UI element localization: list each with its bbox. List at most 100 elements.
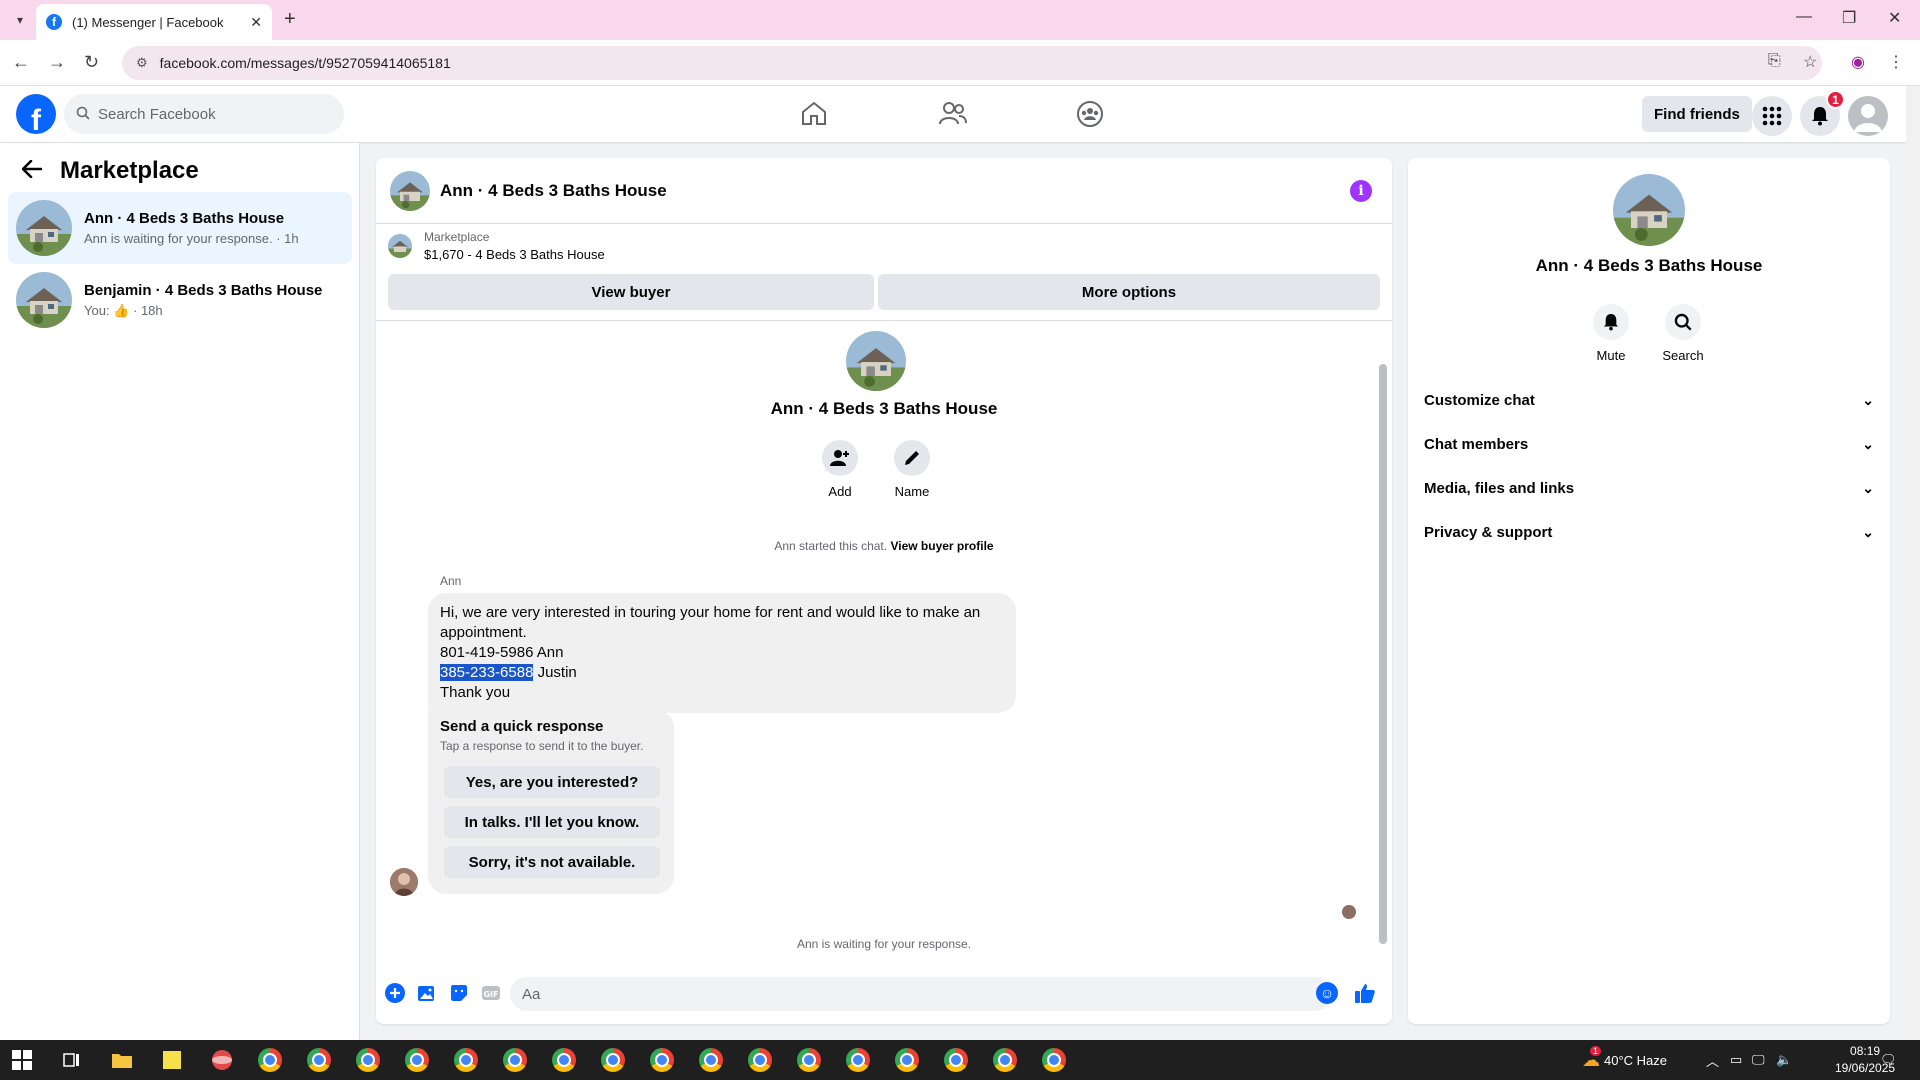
chrome-icon[interactable] [1042,1048,1066,1072]
info-icon[interactable]: i [1350,180,1372,202]
sticker-icon[interactable] [448,982,470,1004]
chrome-icon[interactable] [748,1048,772,1072]
chrome-icon[interactable] [405,1048,429,1072]
friends-icon[interactable] [938,100,970,128]
notification-center-icon[interactable]: 🗨 [1880,1040,1897,1080]
gif-icon[interactable]: GIF [480,982,502,1004]
media-files-links-section[interactable]: Media, files and links ⌄ [1424,470,1874,506]
section-label: Chat members [1424,435,1529,453]
facebook-logo-icon[interactable]: f [16,94,56,134]
chrome-icon[interactable] [552,1048,576,1072]
meet-now-icon[interactable]: ▭ [1730,1040,1742,1080]
file-explorer-icon[interactable] [110,1048,134,1072]
page-scrollbar[interactable] [1906,86,1920,1040]
new-tab-icon[interactable]: + [284,8,296,31]
house-thumbnail [16,200,72,256]
profile-icon[interactable]: ◉ [1851,52,1865,72]
restore-icon[interactable]: ❐ [1842,8,1856,28]
groups-icon[interactable] [1075,100,1107,128]
conversation-details-panel: Ann · 4 Beds 3 Baths House Mute Search C… [1408,158,1890,1024]
preview-prefix: You: [84,302,110,318]
back-arrow-icon[interactable] [21,158,43,184]
emoji-icon[interactable]: ☺ [1316,982,1338,1004]
chrome-icon[interactable] [699,1048,723,1072]
weather-icon: ☁ 1 [1582,1045,1602,1070]
conversation-item-benjamin[interactable]: Benjamin · 4 Beds 3 Baths House You: 👍 ·… [8,264,352,336]
tab-search-dropdown-icon[interactable]: ▾ [10,10,30,30]
windows-start-icon[interactable] [12,1050,32,1070]
weather-badge: 1 [1590,1045,1602,1056]
quick-response-talks-button[interactable]: In talks. I'll let you know. [444,806,660,838]
search-in-chat-button[interactable]: Search [1648,304,1718,363]
chrome-icon[interactable] [258,1048,282,1072]
app-icon[interactable] [210,1048,234,1072]
message-input[interactable]: Aa [510,977,1332,1011]
reload-icon[interactable]: ↻ [84,52,99,73]
like-send-icon[interactable] [1352,980,1378,1006]
view-buyer-button[interactable]: View buyer [388,274,874,310]
chrome-icon[interactable] [944,1048,968,1072]
chrome-icon[interactable] [650,1048,674,1072]
task-view-icon[interactable] [60,1048,84,1072]
more-actions-plus-icon[interactable] [384,982,406,1004]
chat-scrollbar[interactable] [1379,364,1387,944]
view-buyer-profile-link[interactable]: View buyer profile [890,539,993,553]
volume-icon[interactable]: 🔈 [1776,1040,1792,1080]
section-label: Privacy & support [1424,523,1553,541]
close-tab-icon[interactable]: ✕ [250,14,262,31]
chrome-icon[interactable] [601,1048,625,1072]
quick-response-subtitle: Tap a response to send it to the buyer. [440,739,644,753]
minimize-icon[interactable]: — [1796,8,1812,26]
network-icon[interactable]: 🖵 [1752,1040,1765,1080]
chrome-icon[interactable] [307,1048,331,1072]
chrome-icon[interactable] [797,1048,821,1072]
chat-title[interactable]: Ann · 4 Beds 3 Baths House [440,181,667,201]
chrome-icon[interactable] [356,1048,380,1072]
notification-badge: 1 [1826,90,1845,109]
facebook-search-input[interactable]: Search Facebook [64,94,344,134]
add-people-button[interactable]: Add [810,440,870,499]
search-icon [76,106,90,123]
chrome-icon[interactable] [993,1048,1017,1072]
message-bubble[interactable]: Hi, we are very interested in touring yo… [428,593,1016,713]
chat-avatar[interactable] [390,170,430,211]
customize-chat-section[interactable]: Customize chat ⌄ [1424,382,1874,418]
message-line: appointment. [440,624,527,641]
facebook-header: f Search Facebook Find friends 1 [0,86,1906,142]
rename-button[interactable]: Name [882,440,942,499]
install-app-icon[interactable]: ⎘ [1768,52,1781,70]
weather-widget[interactable]: ☁ 1 40°C Haze [1582,1040,1667,1080]
listing-summary[interactable]: Marketplace $1,670 - 4 Beds 3 Baths Hous… [388,230,605,262]
bookmark-star-icon[interactable]: ☆ [1803,52,1817,72]
show-hidden-icons-chevron-icon[interactable]: ︿ [1706,1040,1719,1080]
chrome-icon[interactable] [895,1048,919,1072]
site-info-icon[interactable]: ⚙ [136,55,148,71]
chrome-icon[interactable] [846,1048,870,1072]
quick-response-card: Send a quick response Tap a response to … [428,710,674,894]
chrome-icon[interactable] [454,1048,478,1072]
close-window-icon[interactable]: ✕ [1888,8,1901,28]
address-bar[interactable]: ⚙ facebook.com/messages/t/95270594140651… [122,46,1822,80]
browser-tab[interactable]: f (1) Messenger | Facebook ✕ [36,4,272,40]
forward-icon[interactable]: → [48,52,66,73]
sticky-notes-icon[interactable] [160,1048,184,1072]
mute-button[interactable]: Mute [1576,304,1646,363]
menu-dots-icon[interactable]: ⋮ [1888,52,1904,72]
conversation-item-ann[interactable]: Ann · 4 Beds 3 Baths House Ann is waitin… [8,192,352,264]
sender-avatar[interactable] [390,868,418,896]
back-icon[interactable]: ← [12,52,30,73]
chrome-icon[interactable] [503,1048,527,1072]
facebook-favicon-icon: f [46,14,62,30]
selected-phone-text: 385-233-6588 [440,664,534,681]
privacy-support-section[interactable]: Privacy & support ⌄ [1424,514,1874,550]
quick-response-unavailable-button[interactable]: Sorry, it's not available. [444,846,660,878]
account-avatar[interactable] [1848,96,1888,136]
find-friends-button[interactable]: Find friends [1642,96,1752,132]
menu-grid-icon[interactable] [1752,96,1792,136]
chat-members-section[interactable]: Chat members ⌄ [1424,426,1874,462]
quick-response-yes-button[interactable]: Yes, are you interested? [444,766,660,798]
home-icon[interactable] [800,100,832,128]
more-options-button[interactable]: More options [878,274,1380,310]
attach-photo-icon[interactable] [416,982,438,1004]
sidebar-header: Marketplace [21,157,199,185]
